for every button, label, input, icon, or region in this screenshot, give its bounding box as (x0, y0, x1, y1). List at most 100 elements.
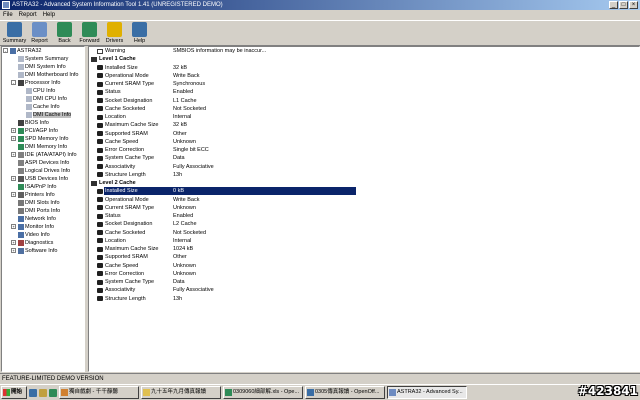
property-row[interactable]: Supported SRAM Other (89, 130, 639, 138)
tree-item[interactable]: DMI System Info (2, 63, 84, 71)
taskbar-task[interactable]: 獨自戲劇 - 千千靜聽 (59, 386, 139, 399)
taskbar-task[interactable]: 九十五年九月傳真報讀 (141, 386, 221, 399)
expand-icon[interactable]: + (11, 136, 16, 141)
tree-item[interactable]: + PCI/AGP Info (2, 127, 84, 135)
collapse-icon[interactable]: - (11, 80, 16, 85)
tree-item[interactable]: + Printers Info (2, 191, 84, 199)
warning-row[interactable]: Warning SMBIOS information may be inaccur… (89, 47, 639, 55)
monitor-icon (18, 223, 24, 230)
toolbar-drivers-button[interactable]: Drivers (102, 21, 127, 46)
property-row[interactable]: Location Internal (89, 237, 639, 245)
doc-icon (26, 87, 32, 94)
tree-item[interactable]: ASPI Devices Info (2, 159, 84, 167)
tree-item[interactable]: - ASTRA32 (2, 47, 84, 55)
software-icon (18, 247, 24, 254)
property-row[interactable]: Current SRAM Type Unknown (89, 204, 639, 212)
expand-icon[interactable]: + (11, 248, 16, 253)
taskbar-task[interactable]: 0305傳真報讀 - OpenOff... (305, 386, 385, 399)
menu-help[interactable]: Help (43, 10, 55, 20)
property-row[interactable]: Associativity Fully Associative (89, 286, 639, 294)
property-row[interactable]: Supported SRAM Other (89, 253, 639, 261)
property-row[interactable]: System Cache Type Data (89, 154, 639, 162)
property-row[interactable]: Cache Speed Unknown (89, 138, 639, 146)
expand-icon[interactable]: + (11, 224, 16, 229)
tree-item[interactable]: - Processor Info (2, 79, 84, 87)
property-row[interactable]: Current SRAM Type Synchronous (89, 80, 639, 88)
property-row[interactable]: Operational Mode Write Back (89, 72, 639, 80)
menu-file[interactable]: File (3, 10, 13, 20)
property-row[interactable]: Cache Socketed Not Socketed (89, 105, 639, 113)
property-row[interactable]: Operational Mode Write Back (89, 196, 639, 204)
quicklaunch-desktop-icon[interactable] (49, 388, 57, 397)
property-row[interactable]: Maximum Cache Size 1024 kB (89, 245, 639, 253)
tree-item[interactable]: ISA/PnP Info (2, 183, 84, 191)
tree-item[interactable]: DMI Ports Info (2, 207, 84, 215)
tree-item[interactable]: + USB Devices Info (2, 175, 84, 183)
property-row[interactable]: Error Correction Single bit ECC (89, 146, 639, 154)
tree-item[interactable]: DMI Slots Info (2, 199, 84, 207)
watermark-id: #423841 (577, 384, 638, 398)
property-row[interactable]: Status Enabled (89, 88, 639, 96)
tree-item[interactable]: + Diagnostics (2, 239, 84, 247)
property-row[interactable]: Status Enabled (89, 212, 639, 220)
property-row[interactable]: Installed Size 32 kB (89, 64, 639, 72)
tree-item[interactable]: CPU Info (2, 87, 84, 95)
computer-icon (10, 47, 16, 54)
tree-item[interactable]: DMI Motherboard Info (2, 71, 84, 79)
collapse-icon[interactable]: - (3, 48, 8, 53)
property-row[interactable]: Associativity Fully Associative (89, 163, 639, 171)
tree-item[interactable]: BIOS Info (2, 119, 84, 127)
toolbar-summary-button[interactable]: Summary (2, 21, 27, 46)
chip-icon (97, 98, 103, 103)
category-tree[interactable]: - ASTRA32 System Summary DMI System Info DMI… (1, 46, 85, 372)
tree-item[interactable]: DMI CPU Info (2, 95, 84, 103)
taskbar-task[interactable]: 0309060細部解.xls - Ope... (223, 386, 303, 399)
close-button[interactable]: × (629, 1, 638, 9)
property-row[interactable]: Socket Designation L1 Cache (89, 97, 639, 105)
tree-item[interactable]: DMI Memory Info (2, 143, 84, 151)
quicklaunch-folder-icon[interactable] (39, 388, 47, 397)
property-name: Location (105, 114, 126, 120)
toolbar-forward-button[interactable]: Forward (77, 21, 102, 46)
menu-report[interactable]: Report (19, 10, 37, 20)
property-row[interactable]: Location Internal (89, 113, 639, 121)
tree-item[interactable]: DMI Cache Info (2, 111, 84, 119)
start-button[interactable]: 開始 (1, 386, 27, 399)
tree-item[interactable]: + Software Info (2, 247, 84, 255)
tree-item[interactable]: + IDE (ATA/ATAPI) Info (2, 151, 84, 159)
property-row[interactable]: Installed Size 0 kB (89, 187, 639, 196)
property-row[interactable]: Structure Length 13h (89, 295, 639, 303)
network-icon (18, 215, 24, 222)
tree-item[interactable]: Cache Info (2, 103, 84, 111)
property-row[interactable]: Cache Speed Unknown (89, 262, 639, 270)
tree-item[interactable]: System Summary (2, 55, 84, 63)
section-header[interactable]: Level 1 Cache (89, 55, 639, 63)
tree-item[interactable]: Video Info (2, 231, 84, 239)
property-row[interactable]: Cache Socketed Not Socketed (89, 229, 639, 237)
property-row[interactable]: Error Correction Unknown (89, 270, 639, 278)
maximize-button[interactable]: □ (619, 1, 628, 9)
tree-item[interactable]: Logical Drives Info (2, 167, 84, 175)
property-row[interactable]: Structure Length 13h (89, 171, 639, 179)
details-list[interactable]: Warning SMBIOS information may be inaccur… (88, 46, 640, 372)
property-name: Warning (105, 48, 126, 54)
toolbar-report-button[interactable]: Report (27, 21, 52, 46)
section-header[interactable]: Level 2 Cache (89, 179, 639, 187)
minimize-button[interactable]: _ (609, 1, 618, 9)
tree-item[interactable]: + Monitor Info (2, 223, 84, 231)
window-titlebar[interactable]: ASTRA32 - Advanced System Information To… (0, 0, 640, 10)
taskbar-task[interactable]: ASTRA32 - Advanced Sy... (387, 386, 467, 399)
expand-icon[interactable]: + (11, 176, 16, 181)
expand-icon[interactable]: + (11, 240, 16, 245)
tree-item[interactable]: + SPD Memory Info (2, 135, 84, 143)
toolbar-back-button[interactable]: Back (52, 21, 77, 46)
property-row[interactable]: Maximum Cache Size 32 kB (89, 121, 639, 129)
quicklaunch-ie-icon[interactable] (29, 388, 37, 397)
toolbar-help-button[interactable]: Help (127, 21, 152, 46)
tree-item[interactable]: Network Info (2, 215, 84, 223)
property-row[interactable]: Socket Designation L2 Cache (89, 220, 639, 228)
expand-icon[interactable]: + (11, 192, 16, 197)
expand-icon[interactable]: + (11, 152, 16, 157)
property-row[interactable]: System Cache Type Data (89, 278, 639, 286)
expand-icon[interactable]: + (11, 128, 16, 133)
